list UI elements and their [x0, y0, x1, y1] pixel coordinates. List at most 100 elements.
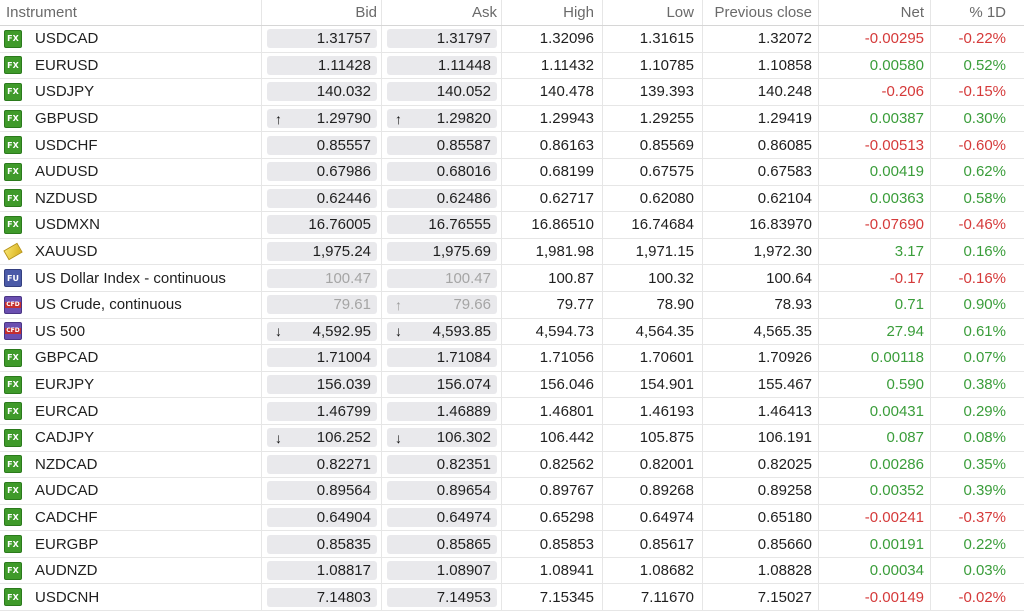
ask-cell[interactable]: 0.68016 — [382, 158, 502, 185]
table-row[interactable]: FX AUDNZD 1.08817 1.08907 1.08941 1.08682 1.08… — [0, 557, 1024, 585]
ask-cell[interactable]: 140.052 — [382, 79, 502, 105]
bid-cell[interactable]: 100.47 — [262, 265, 382, 291]
table-row[interactable]: FX USDCHF 0.85557 0.85587 0.86163 0.85569 0.86… — [0, 132, 1024, 159]
table-row[interactable]: FX USDMXN 16.76005 16.76555 16.86510 16.74684… — [0, 212, 1024, 239]
ask-cell[interactable]: 1.08907 — [382, 557, 502, 584]
ask-price-pill[interactable]: ↑ 79.66 — [387, 295, 497, 315]
bid-cell[interactable]: 7.14803 — [262, 584, 382, 611]
bid-cell[interactable]: 1,975.24 — [262, 238, 382, 265]
instrument-cell[interactable]: FX GBPCAD — [0, 345, 262, 371]
instrument-cell[interactable]: FU US Dollar Index - continuous — [0, 265, 262, 291]
ask-cell[interactable]: ↑ 79.66 — [382, 291, 502, 318]
bid-price-pill[interactable]: 0.67986 — [267, 162, 377, 182]
instrument-cell[interactable]: CFD US Crude, continuous — [0, 291, 262, 318]
bid-price-pill[interactable]: 0.82271 — [267, 454, 377, 474]
bid-price-pill[interactable]: 16.76005 — [267, 215, 377, 235]
instrument-cell[interactable]: FX USDCHF — [0, 132, 262, 158]
bid-cell[interactable]: ↓ 106.252 — [262, 424, 382, 451]
col-header-bid[interactable]: Bid — [262, 0, 382, 25]
ask-cell[interactable]: 7.14953 — [382, 584, 502, 611]
bid-cell[interactable]: 0.85557 — [262, 132, 382, 158]
table-row[interactable]: CFD US 500 ↓ 4,592.95 ↓ 4,593.85 4,594.73 4,564… — [0, 318, 1024, 346]
ask-price-pill[interactable]: 0.64974 — [387, 507, 497, 527]
bid-price-pill[interactable]: ↓ 4,592.95 — [267, 321, 377, 341]
bid-price-pill[interactable]: 0.85835 — [267, 534, 377, 554]
col-header-ask[interactable]: Ask — [382, 0, 502, 25]
col-header-net[interactable]: Net — [819, 0, 931, 25]
instrument-cell[interactable]: FX EURGBP — [0, 531, 262, 557]
instrument-cell[interactable]: FX AUDCAD — [0, 478, 262, 504]
instrument-cell[interactable]: FX USDJPY — [0, 79, 262, 105]
bid-cell[interactable]: 1.71004 — [262, 345, 382, 371]
ask-price-pill[interactable]: 1,975.69 — [387, 242, 497, 262]
table-row[interactable]: FX EURGBP 0.85835 0.85865 0.85853 0.85617 0.85… — [0, 531, 1024, 558]
ask-price-pill[interactable]: 0.62486 — [387, 188, 497, 208]
ask-price-pill[interactable]: ↓ 4,593.85 — [387, 321, 497, 341]
bid-price-pill[interactable]: 7.14803 — [267, 587, 377, 607]
ask-cell[interactable]: ↓ 4,593.85 — [382, 318, 502, 345]
table-row[interactable]: FX EURUSD 1.11428 1.11448 1.11432 1.10785 1.10… — [0, 52, 1024, 80]
ask-cell[interactable]: 0.62486 — [382, 185, 502, 212]
ask-price-pill[interactable]: 0.89654 — [387, 481, 497, 501]
instrument-cell[interactable]: FX GBPUSD — [0, 105, 262, 132]
bid-price-pill[interactable]: 79.61 — [267, 295, 377, 315]
bid-cell[interactable]: 0.62446 — [262, 185, 382, 212]
instrument-cell[interactable]: FX AUDNZD — [0, 557, 262, 584]
ask-cell[interactable]: ↑ 1.29820 — [382, 105, 502, 132]
bid-cell[interactable]: 1.31757 — [262, 26, 382, 52]
ask-price-pill[interactable]: 0.68016 — [387, 162, 497, 182]
table-row[interactable]: FX AUDUSD 0.67986 0.68016 0.68199 0.67575 0.67… — [0, 158, 1024, 186]
bid-price-pill[interactable]: 140.032 — [267, 82, 377, 102]
ask-cell[interactable]: 100.47 — [382, 265, 502, 291]
table-row[interactable]: FX GBPUSD ↑ 1.29790 ↑ 1.29820 1.29943 1.29255 1.… — [0, 105, 1024, 133]
ask-price-pill[interactable]: 100.47 — [387, 268, 497, 288]
bid-cell[interactable]: 156.039 — [262, 371, 382, 398]
instrument-cell[interactable]: XAUUSD — [0, 238, 262, 265]
col-header-low[interactable]: Low — [603, 0, 703, 25]
ask-price-pill[interactable]: 0.82351 — [387, 454, 497, 474]
ask-cell[interactable]: 156.074 — [382, 371, 502, 398]
instrument-cell[interactable]: FX USDCAD — [0, 26, 262, 52]
instrument-cell[interactable]: FX EURJPY — [0, 371, 262, 398]
bid-cell[interactable]: 140.032 — [262, 79, 382, 105]
bid-price-pill[interactable]: 0.89564 — [267, 481, 377, 501]
ask-cell[interactable]: 1.71084 — [382, 345, 502, 371]
table-row[interactable]: FU US Dollar Index - continuous 100.47 100.… — [0, 265, 1024, 292]
bid-price-pill[interactable]: 0.62446 — [267, 188, 377, 208]
bid-cell[interactable]: 16.76005 — [262, 212, 382, 238]
ask-cell[interactable]: ↓ 106.302 — [382, 424, 502, 451]
bid-cell[interactable]: 1.46799 — [262, 398, 382, 424]
bid-price-pill[interactable]: 1.08817 — [267, 561, 377, 581]
col-header-high[interactable]: High — [502, 0, 603, 25]
bid-cell[interactable]: 0.64904 — [262, 504, 382, 531]
ask-cell[interactable]: 16.76555 — [382, 212, 502, 238]
ask-price-pill[interactable]: 1.71084 — [387, 348, 497, 368]
ask-cell[interactable]: 0.82351 — [382, 451, 502, 478]
bid-price-pill[interactable]: 156.039 — [267, 375, 377, 395]
bid-price-pill[interactable]: 1.71004 — [267, 348, 377, 368]
ask-price-pill[interactable]: 1.11448 — [387, 55, 497, 75]
bid-cell[interactable]: 0.67986 — [262, 158, 382, 185]
bid-price-pill[interactable]: 1.46799 — [267, 401, 377, 421]
ask-price-pill[interactable]: 1.46889 — [387, 401, 497, 421]
bid-price-pill[interactable]: 1,975.24 — [267, 242, 377, 262]
ask-price-pill[interactable]: 16.76555 — [387, 215, 497, 235]
col-header-instrument[interactable]: Instrument — [0, 0, 262, 25]
bid-price-pill[interactable]: 0.64904 — [267, 507, 377, 527]
ask-cell[interactable]: 1,975.69 — [382, 238, 502, 265]
bid-cell[interactable]: 0.85835 — [262, 531, 382, 557]
instrument-cell[interactable]: FX CADCHF — [0, 504, 262, 531]
ask-price-pill[interactable]: ↑ 1.29820 — [387, 109, 497, 129]
table-row[interactable]: FX NZDCAD 0.82271 0.82351 0.82562 0.82001 0.82… — [0, 451, 1024, 479]
ask-cell[interactable]: 0.64974 — [382, 504, 502, 531]
col-header-pct-1d[interactable]: % 1D — [931, 0, 1024, 25]
instrument-cell[interactable]: FX NZDUSD — [0, 185, 262, 212]
ask-price-pill[interactable]: 1.31797 — [387, 29, 497, 49]
instrument-cell[interactable]: FX EURCAD — [0, 398, 262, 424]
table-row[interactable]: CFD US Crude, continuous 79.61 ↑ 79.66 79.77 7… — [0, 291, 1024, 319]
ask-cell[interactable]: 0.85865 — [382, 531, 502, 557]
ask-cell[interactable]: 1.11448 — [382, 52, 502, 79]
table-row[interactable]: XAUUSD 1,975.24 1,975.69 1,981.98 1,971.15 1,… — [0, 238, 1024, 266]
bid-cell[interactable]: 0.89564 — [262, 478, 382, 504]
bid-price-pill[interactable]: 1.31757 — [267, 29, 377, 49]
